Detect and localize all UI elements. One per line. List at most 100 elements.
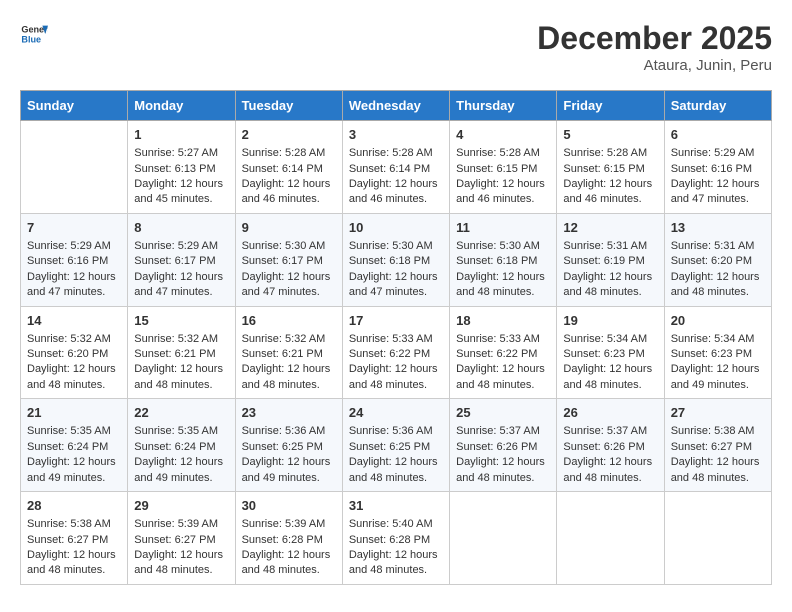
day-number: 30 (242, 497, 336, 515)
sunrise-time: Sunrise: 5:39 AM (134, 518, 218, 530)
sunrise-time: Sunrise: 5:32 AM (134, 333, 218, 345)
logo: General Blue (20, 20, 48, 48)
calendar-cell (664, 492, 771, 585)
daylight-hours: Daylight: 12 hours and 46 minutes. (349, 178, 438, 205)
day-number: 3 (349, 126, 443, 144)
daylight-hours: Daylight: 12 hours and 48 minutes. (456, 456, 545, 483)
sunset-time: Sunset: 6:13 PM (134, 163, 215, 175)
day-number: 16 (242, 312, 336, 330)
day-number: 2 (242, 126, 336, 144)
sunset-time: Sunset: 6:24 PM (27, 441, 108, 453)
sunset-time: Sunset: 6:16 PM (671, 163, 752, 175)
sunrise-time: Sunrise: 5:28 AM (563, 147, 647, 159)
day-number: 1 (134, 126, 228, 144)
day-number: 8 (134, 219, 228, 237)
sunrise-time: Sunrise: 5:30 AM (242, 240, 326, 252)
daylight-hours: Daylight: 12 hours and 48 minutes. (671, 456, 760, 483)
day-number: 12 (563, 219, 657, 237)
day-header-row: SundayMondayTuesdayWednesdayThursdayFrid… (21, 91, 772, 121)
calendar-cell: 14Sunrise: 5:32 AMSunset: 6:20 PMDayligh… (21, 306, 128, 399)
sunrise-time: Sunrise: 5:29 AM (671, 147, 755, 159)
calendar-cell: 15Sunrise: 5:32 AMSunset: 6:21 PMDayligh… (128, 306, 235, 399)
sunrise-time: Sunrise: 5:31 AM (671, 240, 755, 252)
calendar-cell: 23Sunrise: 5:36 AMSunset: 6:25 PMDayligh… (235, 399, 342, 492)
daylight-hours: Daylight: 12 hours and 48 minutes. (27, 363, 116, 390)
sunrise-time: Sunrise: 5:30 AM (349, 240, 433, 252)
sunset-time: Sunset: 6:18 PM (456, 255, 537, 267)
sunset-time: Sunset: 6:14 PM (242, 163, 323, 175)
sunset-time: Sunset: 6:20 PM (671, 255, 752, 267)
sunset-time: Sunset: 6:25 PM (349, 441, 430, 453)
calendar-week-5: 28Sunrise: 5:38 AMSunset: 6:27 PMDayligh… (21, 492, 772, 585)
day-number: 11 (456, 219, 550, 237)
daylight-hours: Daylight: 12 hours and 46 minutes. (242, 178, 331, 205)
sunrise-time: Sunrise: 5:37 AM (563, 425, 647, 437)
sunrise-time: Sunrise: 5:37 AM (456, 425, 540, 437)
calendar-cell: 19Sunrise: 5:34 AMSunset: 6:23 PMDayligh… (557, 306, 664, 399)
sunrise-time: Sunrise: 5:33 AM (456, 333, 540, 345)
calendar-week-4: 21 Sunrise: 5:35 AM Sunset: 6:24 PM Dayligh… (21, 399, 772, 492)
calendar-cell: 10Sunrise: 5:30 AMSunset: 6:18 PMDayligh… (342, 213, 449, 306)
calendar-cell: 30Sunrise: 5:39 AMSunset: 6:28 PMDayligh… (235, 492, 342, 585)
sunset-time: Sunset: 6:25 PM (242, 441, 323, 453)
calendar-cell: 11Sunrise: 5:30 AMSunset: 6:18 PMDayligh… (450, 213, 557, 306)
calendar-cell: 1Sunrise: 5:27 AMSunset: 6:13 PMDaylight… (128, 121, 235, 214)
daylight-hours: Daylight: 12 hours and 49 minutes. (27, 456, 116, 483)
sunrise-time: Sunrise: 5:28 AM (242, 147, 326, 159)
day-number: 24 (349, 404, 443, 422)
daylight-hours: Daylight: 12 hours and 49 minutes. (134, 456, 223, 483)
sunrise-time: Sunrise: 5:31 AM (563, 240, 647, 252)
sunset-time: Sunset: 6:24 PM (134, 441, 215, 453)
sunset-time: Sunset: 6:19 PM (563, 255, 644, 267)
daylight-hours: Daylight: 12 hours and 47 minutes. (27, 271, 116, 298)
calendar-week-2: 7Sunrise: 5:29 AMSunset: 6:16 PMDaylight… (21, 213, 772, 306)
sunset-time: Sunset: 6:14 PM (349, 163, 430, 175)
daylight-hours: Daylight: 12 hours and 48 minutes. (27, 549, 116, 576)
daylight-hours: Daylight: 12 hours and 48 minutes. (349, 549, 438, 576)
day-header-tuesday: Tuesday (235, 91, 342, 121)
svg-text:Blue: Blue (21, 34, 41, 44)
sunset-time: Sunset: 6:23 PM (671, 348, 752, 360)
sunset-time: Sunset: 6:27 PM (27, 534, 108, 546)
page-header: General Blue December 2025 Ataura, Junin… (20, 20, 772, 74)
day-number: 17 (349, 312, 443, 330)
sunrise-time: Sunrise: 5:36 AM (349, 425, 433, 437)
sunrise-time: Sunrise: 5:40 AM (349, 518, 433, 530)
calendar-cell: 31Sunrise: 5:40 AMSunset: 6:28 PMDayligh… (342, 492, 449, 585)
day-number: 6 (671, 126, 765, 144)
sunset-time: Sunset: 6:16 PM (27, 255, 108, 267)
day-number: 14 (27, 312, 121, 330)
daylight-hours: Daylight: 12 hours and 47 minutes. (134, 271, 223, 298)
day-number: 20 (671, 312, 765, 330)
sunrise-time: Sunrise: 5:39 AM (242, 518, 326, 530)
day-header-wednesday: Wednesday (342, 91, 449, 121)
calendar-cell: 5Sunrise: 5:28 AMSunset: 6:15 PMDaylight… (557, 121, 664, 214)
sunset-time: Sunset: 6:23 PM (563, 348, 644, 360)
calendar-cell: 13Sunrise: 5:31 AMSunset: 6:20 PMDayligh… (664, 213, 771, 306)
daylight-hours: Daylight: 12 hours and 46 minutes. (456, 178, 545, 205)
daylight-hours: Daylight: 12 hours and 47 minutes. (242, 271, 331, 298)
day-number: 7 (27, 219, 121, 237)
daylight-hours: Daylight: 12 hours and 49 minutes. (671, 363, 760, 390)
day-number: 27 (671, 404, 765, 422)
sunrise-time: Sunrise: 5:34 AM (563, 333, 647, 345)
sunset-time: Sunset: 6:28 PM (242, 534, 323, 546)
sunrise-time: Sunrise: 5:36 AM (242, 425, 326, 437)
calendar-cell: 25Sunrise: 5:37 AMSunset: 6:26 PMDayligh… (450, 399, 557, 492)
day-number: 19 (563, 312, 657, 330)
day-number: 18 (456, 312, 550, 330)
sunset-time: Sunset: 6:17 PM (242, 255, 323, 267)
month-title: December 2025 (537, 20, 772, 57)
daylight-hours: Daylight: 12 hours and 48 minutes. (242, 363, 331, 390)
calendar-cell: 3Sunrise: 5:28 AMSunset: 6:14 PMDaylight… (342, 121, 449, 214)
calendar-cell: 6Sunrise: 5:29 AMSunset: 6:16 PMDaylight… (664, 121, 771, 214)
day-number: 21 (27, 404, 121, 422)
calendar-cell: 28Sunrise: 5:38 AMSunset: 6:27 PMDayligh… (21, 492, 128, 585)
sunrise-time: Sunrise: 5:28 AM (456, 147, 540, 159)
logo-icon: General Blue (20, 20, 48, 48)
sunset-time: Sunset: 6:27 PM (671, 441, 752, 453)
daylight-hours: Daylight: 12 hours and 48 minutes. (563, 456, 652, 483)
sunrise-time: Sunrise: 5:35 AM (134, 425, 218, 437)
day-header-monday: Monday (128, 91, 235, 121)
calendar-cell: 26Sunrise: 5:37 AMSunset: 6:26 PMDayligh… (557, 399, 664, 492)
